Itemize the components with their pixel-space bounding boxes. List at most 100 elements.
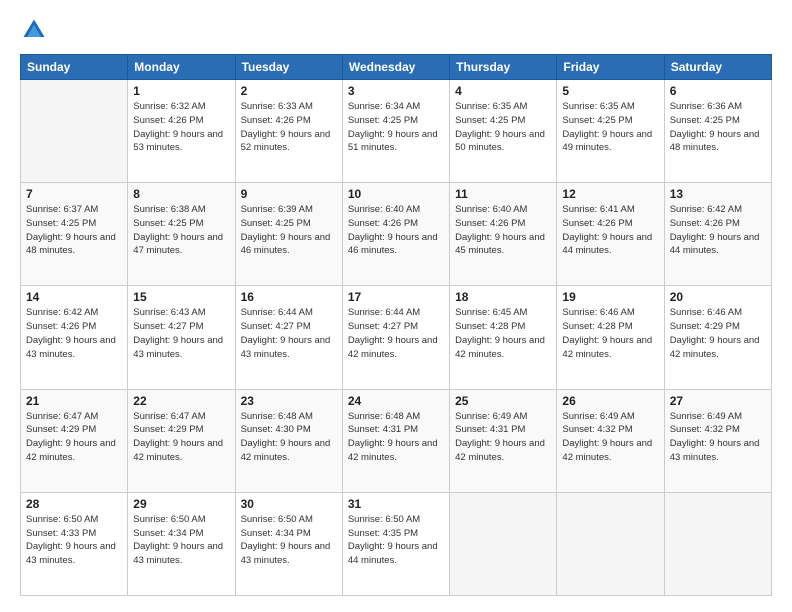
daylight: Daylight: 9 hours and 42 minutes. — [562, 334, 658, 362]
day-cell: 22Sunrise: 6:47 AMSunset: 4:29 PMDayligh… — [128, 389, 235, 492]
sunset: Sunset: 4:25 PM — [348, 114, 444, 128]
day-number: 18 — [455, 290, 551, 304]
sunset: Sunset: 4:26 PM — [562, 217, 658, 231]
day-info: Sunrise: 6:33 AMSunset: 4:26 PMDaylight:… — [241, 100, 337, 155]
day-cell: 25 Sunrise: 6:49 AMSunset: 4:31 PMDayligh… — [450, 389, 557, 492]
sunrise: Sunrise: 6:42 AM — [26, 306, 122, 320]
daylight: Daylight: 9 hours and 42 minutes. — [670, 334, 766, 362]
sunrise: Sunrise: 6:44 AM — [241, 306, 337, 320]
day-number: 13 — [670, 187, 766, 201]
day-info: Sunrise: 6:40 AMSunset: 4:26 PMDaylight:… — [455, 203, 551, 258]
day-info: Sunrise: 6:49 AMSunset: 4:32 PMDaylight:… — [562, 410, 658, 465]
header — [20, 16, 772, 44]
day-info: Sunrise: 6:49 AMSunset: 4:31 PMDaylight:… — [455, 410, 551, 465]
day-number: 9 — [241, 187, 337, 201]
sunrise: Sunrise: 6:35 AM — [455, 100, 551, 114]
weekday-tuesday: Tuesday — [235, 55, 342, 80]
weekday-friday: Friday — [557, 55, 664, 80]
daylight: Daylight: 9 hours and 46 minutes. — [241, 231, 337, 259]
weekday-thursday: Thursday — [450, 55, 557, 80]
day-info: Sunrise: 6:47 AMSunset: 4:29 PMDaylight:… — [26, 410, 122, 465]
sunset: Sunset: 4:26 PM — [26, 320, 122, 334]
day-info: Sunrise: 6:39 AMSunset: 4:25 PMDaylight:… — [241, 203, 337, 258]
sunrise: Sunrise: 6:46 AM — [670, 306, 766, 320]
day-info: Sunrise: 6:43 AMSunset: 4:27 PMDaylight:… — [133, 306, 229, 361]
day-info: Sunrise: 6:50 AMSunset: 4:33 PMDaylight:… — [26, 513, 122, 568]
day-number: 22 — [133, 394, 229, 408]
day-cell: 31 Sunrise: 6:50 AMSunset: 4:35 PMDayligh… — [342, 492, 449, 595]
sunrise: Sunrise: 6:39 AM — [241, 203, 337, 217]
day-info: Sunrise: 6:44 AMSunset: 4:27 PMDaylight:… — [241, 306, 337, 361]
day-number: 3 — [348, 84, 444, 98]
sunset: Sunset: 4:26 PM — [348, 217, 444, 231]
day-number: 10 — [348, 187, 444, 201]
sunrise: Sunrise: 6:42 AM — [670, 203, 766, 217]
day-cell: 12 Sunrise: 6:41 AMSunset: 4:26 PMDayligh… — [557, 183, 664, 286]
day-info: Sunrise: 6:36 AMSunset: 4:25 PMDaylight:… — [670, 100, 766, 155]
day-number: 12 — [562, 187, 658, 201]
sunrise: Sunrise: 6:47 AM — [133, 410, 229, 424]
sunrise: Sunrise: 6:45 AM — [455, 306, 551, 320]
day-cell: 20Sunrise: 6:46 AMSunset: 4:29 PMDayligh… — [664, 286, 771, 389]
day-number: 30 — [241, 497, 337, 511]
day-info: Sunrise: 6:37 AMSunset: 4:25 PMDaylight:… — [26, 203, 122, 258]
calendar: SundayMondayTuesdayWednesdayThursdayFrid… — [20, 54, 772, 596]
sunrise: Sunrise: 6:41 AM — [562, 203, 658, 217]
day-number: 25 — [455, 394, 551, 408]
day-info: Sunrise: 6:42 AMSunset: 4:26 PMDaylight:… — [26, 306, 122, 361]
sunrise: Sunrise: 6:47 AM — [26, 410, 122, 424]
day-cell: 8Sunrise: 6:38 AMSunset: 4:25 PMDaylight… — [128, 183, 235, 286]
day-number: 31 — [348, 497, 444, 511]
sunrise: Sunrise: 6:35 AM — [562, 100, 658, 114]
sunrise: Sunrise: 6:32 AM — [133, 100, 229, 114]
day-number: 21 — [26, 394, 122, 408]
day-number: 7 — [26, 187, 122, 201]
sunset: Sunset: 4:34 PM — [133, 527, 229, 541]
daylight: Daylight: 9 hours and 44 minutes. — [670, 231, 766, 259]
day-cell: 24Sunrise: 6:48 AMSunset: 4:31 PMDayligh… — [342, 389, 449, 492]
day-number: 6 — [670, 84, 766, 98]
sunrise: Sunrise: 6:43 AM — [133, 306, 229, 320]
day-number: 8 — [133, 187, 229, 201]
sunset: Sunset: 4:26 PM — [670, 217, 766, 231]
sunset: Sunset: 4:25 PM — [455, 114, 551, 128]
sunrise: Sunrise: 6:49 AM — [455, 410, 551, 424]
day-info: Sunrise: 6:50 AMSunset: 4:35 PMDaylight:… — [348, 513, 444, 568]
day-number: 29 — [133, 497, 229, 511]
day-cell: 28Sunrise: 6:50 AMSunset: 4:33 PMDayligh… — [21, 492, 128, 595]
day-cell: 1Sunrise: 6:32 AMSunset: 4:26 PMDaylight… — [128, 80, 235, 183]
daylight: Daylight: 9 hours and 52 minutes. — [241, 128, 337, 156]
day-number: 19 — [562, 290, 658, 304]
sunset: Sunset: 4:27 PM — [133, 320, 229, 334]
sunrise: Sunrise: 6:50 AM — [26, 513, 122, 527]
sunrise: Sunrise: 6:34 AM — [348, 100, 444, 114]
sunset: Sunset: 4:26 PM — [241, 114, 337, 128]
day-info: Sunrise: 6:50 AMSunset: 4:34 PMDaylight:… — [133, 513, 229, 568]
sunset: Sunset: 4:32 PM — [670, 423, 766, 437]
daylight: Daylight: 9 hours and 49 minutes. — [562, 128, 658, 156]
day-cell — [21, 80, 128, 183]
daylight: Daylight: 9 hours and 42 minutes. — [348, 334, 444, 362]
day-cell: 14Sunrise: 6:42 AMSunset: 4:26 PMDayligh… — [21, 286, 128, 389]
day-cell: 2Sunrise: 6:33 AMSunset: 4:26 PMDaylight… — [235, 80, 342, 183]
daylight: Daylight: 9 hours and 42 minutes. — [26, 437, 122, 465]
day-cell: 30Sunrise: 6:50 AMSunset: 4:34 PMDayligh… — [235, 492, 342, 595]
daylight: Daylight: 9 hours and 44 minutes. — [348, 540, 444, 568]
day-cell: 21 Sunrise: 6:47 AMSunset: 4:29 PMDayligh… — [21, 389, 128, 492]
day-cell — [557, 492, 664, 595]
day-info: Sunrise: 6:48 AMSunset: 4:31 PMDaylight:… — [348, 410, 444, 465]
day-info: Sunrise: 6:44 AMSunset: 4:27 PMDaylight:… — [348, 306, 444, 361]
daylight: Daylight: 9 hours and 42 minutes. — [562, 437, 658, 465]
daylight: Daylight: 9 hours and 46 minutes. — [348, 231, 444, 259]
sunrise: Sunrise: 6:48 AM — [348, 410, 444, 424]
weekday-header-row: SundayMondayTuesdayWednesdayThursdayFrid… — [21, 55, 772, 80]
logo-icon — [20, 16, 48, 44]
day-info: Sunrise: 6:48 AMSunset: 4:30 PMDaylight:… — [241, 410, 337, 465]
page: SundayMondayTuesdayWednesdayThursdayFrid… — [0, 0, 792, 612]
sunset: Sunset: 4:27 PM — [348, 320, 444, 334]
daylight: Daylight: 9 hours and 44 minutes. — [562, 231, 658, 259]
day-info: Sunrise: 6:35 AMSunset: 4:25 PMDaylight:… — [562, 100, 658, 155]
sunset: Sunset: 4:31 PM — [348, 423, 444, 437]
sunrise: Sunrise: 6:49 AM — [562, 410, 658, 424]
day-cell: 29 Sunrise: 6:50 AMSunset: 4:34 PMDayligh… — [128, 492, 235, 595]
